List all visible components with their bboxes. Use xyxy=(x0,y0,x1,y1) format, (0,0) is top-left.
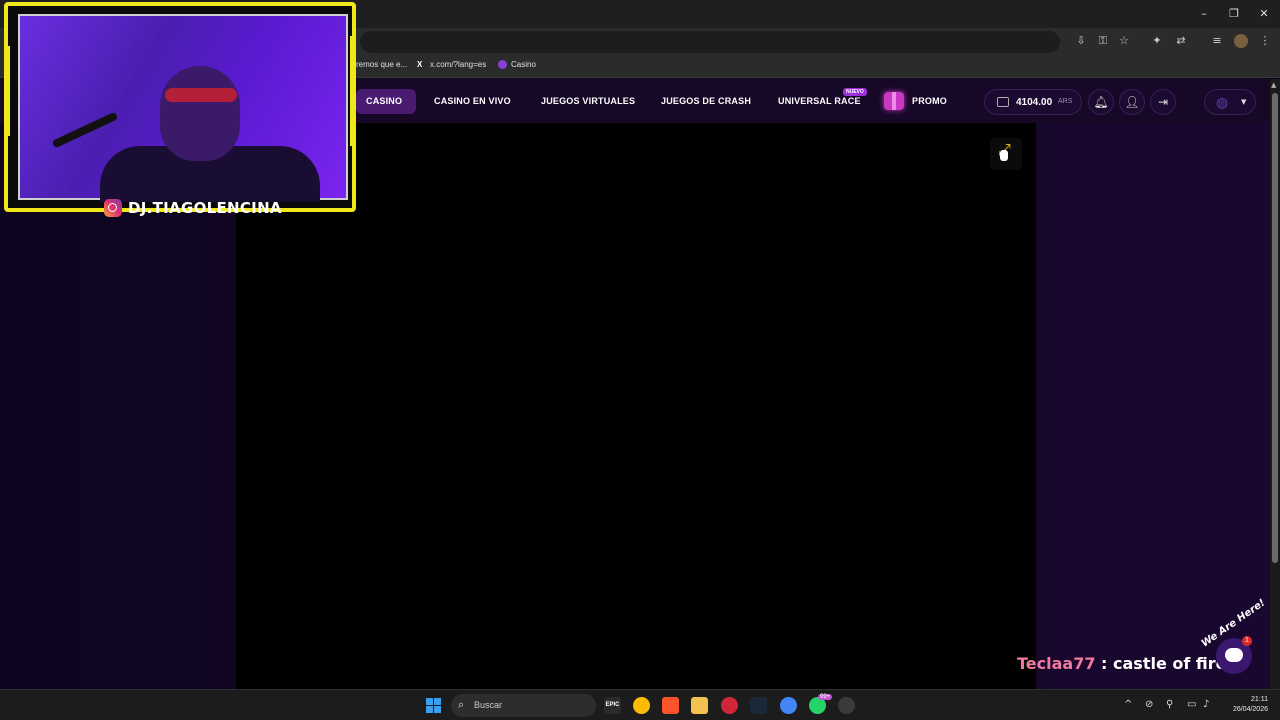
clock-date: 26/04/2026 xyxy=(1232,706,1268,713)
wallet-balance[interactable]: 4104.00 ARS xyxy=(984,89,1082,115)
webcam-feed xyxy=(18,14,348,202)
app-icon[interactable] xyxy=(838,697,855,714)
maximize-button[interactable]: ❐ xyxy=(1226,6,1242,22)
wallet-icon xyxy=(997,97,1009,107)
bookmark-label: remos que e... xyxy=(356,60,408,69)
fullscreen-button[interactable]: ⤢ xyxy=(990,138,1022,170)
tray-mic-icon[interactable]: ⚲ xyxy=(1166,699,1173,710)
tray-volume-icon[interactable]: ♪ xyxy=(1203,699,1209,710)
gift-icon[interactable] xyxy=(884,92,904,110)
windows-start-icon[interactable] xyxy=(426,698,441,713)
search-icon: ⌕ xyxy=(458,698,465,711)
scroll-thumb[interactable] xyxy=(1272,93,1278,563)
chat-bubble-icon xyxy=(1225,648,1243,662)
x-logo-icon: X xyxy=(417,60,423,69)
notification-count-badge: 99+ xyxy=(818,694,833,700)
new-badge: NUEVO xyxy=(843,88,867,96)
red-headband xyxy=(165,88,237,102)
close-window-button[interactable]: ✕ xyxy=(1256,6,1272,22)
nav-casino[interactable]: CASINO xyxy=(366,96,402,106)
chat-notification-badge: 1 xyxy=(1242,636,1252,646)
extensions-icon[interactable]: ✦ xyxy=(1150,34,1164,48)
game-frame[interactable] xyxy=(236,123,1036,689)
windows-taskbar: ⌕ Buscar EPIC ^ ⊘ ⚲ ▭ ♪ 21:11 26/04/2026 xyxy=(0,689,1280,720)
microphone-arm xyxy=(51,111,119,149)
streamer-head xyxy=(160,66,240,161)
steam-icon[interactable] xyxy=(750,697,767,714)
reading-list-icon[interactable]: ≡ xyxy=(1210,34,1224,48)
chat-separator: : xyxy=(1095,654,1114,673)
screen: – ❐ ✕ ⇩ ⚿ ☆ ✦ ⇄ ≡ ⋮ remos que e... Xx.co… xyxy=(0,0,1280,720)
mouse-cursor xyxy=(1000,150,1008,161)
chat-text: castle of fire xyxy=(1113,654,1227,673)
logout-icon[interactable]: ⇥ xyxy=(1150,89,1176,115)
tray-network-icon[interactable]: ⊘ xyxy=(1145,699,1153,710)
chat-username: Teclaa77 xyxy=(1017,654,1096,673)
nav-juegos-de-crash[interactable]: JUEGOS DE CRASH xyxy=(661,96,751,106)
nav-promo[interactable]: PROMO xyxy=(912,96,947,106)
page-scrollbar[interactable]: ▲ xyxy=(1270,79,1280,689)
url-field[interactable] xyxy=(360,31,1060,53)
tray-display-icon[interactable]: ▭ xyxy=(1187,699,1196,710)
bookmark-label: x.com/?lang=es xyxy=(430,60,487,69)
brave-icon[interactable] xyxy=(662,697,679,714)
casino-favicon-icon xyxy=(498,60,507,69)
epic-games-icon[interactable]: EPIC xyxy=(604,697,621,714)
system-clock[interactable]: 21:11 26/04/2026 xyxy=(1222,695,1268,715)
profile-avatar[interactable] xyxy=(1234,34,1248,48)
clock-time: 21:11 xyxy=(1251,696,1268,703)
scroll-up-icon[interactable]: ▲ xyxy=(1271,81,1276,89)
nav-casino-en-vivo[interactable]: CASINO EN VIVO xyxy=(434,96,511,106)
bookmark-star-icon[interactable]: ☆ xyxy=(1117,34,1131,48)
user-profile-icon[interactable]: 👤︎ xyxy=(1119,89,1145,115)
chevron-down-icon: ▼ xyxy=(1241,98,1247,106)
password-key-icon[interactable]: ⚿ xyxy=(1096,34,1110,48)
instagram-tag: DJ.TIAGOLENCINA xyxy=(104,199,282,217)
nav-juegos-virtuales[interactable]: JUEGOS VIRTUALES xyxy=(541,96,635,106)
bookmark-item[interactable]: Xx.com/?lang=es xyxy=(417,60,486,69)
language-selector[interactable]: ◍ ▼ xyxy=(1204,89,1256,115)
opera-gx-icon[interactable] xyxy=(721,697,738,714)
chrome-active-icon[interactable] xyxy=(780,697,797,714)
frame-stripe xyxy=(4,46,10,136)
nav-universal-race[interactable]: UNIVERSAL RACE xyxy=(778,96,861,106)
translate-icon[interactable]: ⇄ xyxy=(1174,34,1188,48)
balance-currency: ARS xyxy=(1058,98,1073,105)
tray-chevron-up-icon[interactable]: ^ xyxy=(1124,699,1132,710)
chrome-icon[interactable] xyxy=(633,697,650,714)
search-placeholder: Buscar xyxy=(474,700,503,710)
bookmark-label: Casino xyxy=(511,60,536,69)
notifications-bell-icon[interactable]: 🔔︎ xyxy=(1088,89,1114,115)
instagram-handle: DJ.TIAGOLENCINA xyxy=(128,199,282,217)
minimize-button[interactable]: – xyxy=(1196,6,1212,22)
balance-amount: 4104.00 xyxy=(1016,97,1053,108)
instagram-icon xyxy=(104,199,122,217)
frame-stripe xyxy=(350,36,356,146)
file-explorer-icon[interactable] xyxy=(691,697,708,714)
globe-icon: ◍ xyxy=(1216,95,1229,111)
menu-dots-icon[interactable]: ⋮ xyxy=(1258,34,1272,48)
taskbar-search[interactable]: ⌕ Buscar xyxy=(451,694,596,717)
webcam-overlay xyxy=(4,2,356,212)
stream-chat-message: Teclaa77 : castle of fire xyxy=(1017,654,1227,673)
install-app-icon[interactable]: ⇩ xyxy=(1074,34,1088,48)
bookmark-item[interactable]: remos que e... xyxy=(356,60,407,69)
bookmark-item[interactable]: Casino xyxy=(498,60,536,69)
